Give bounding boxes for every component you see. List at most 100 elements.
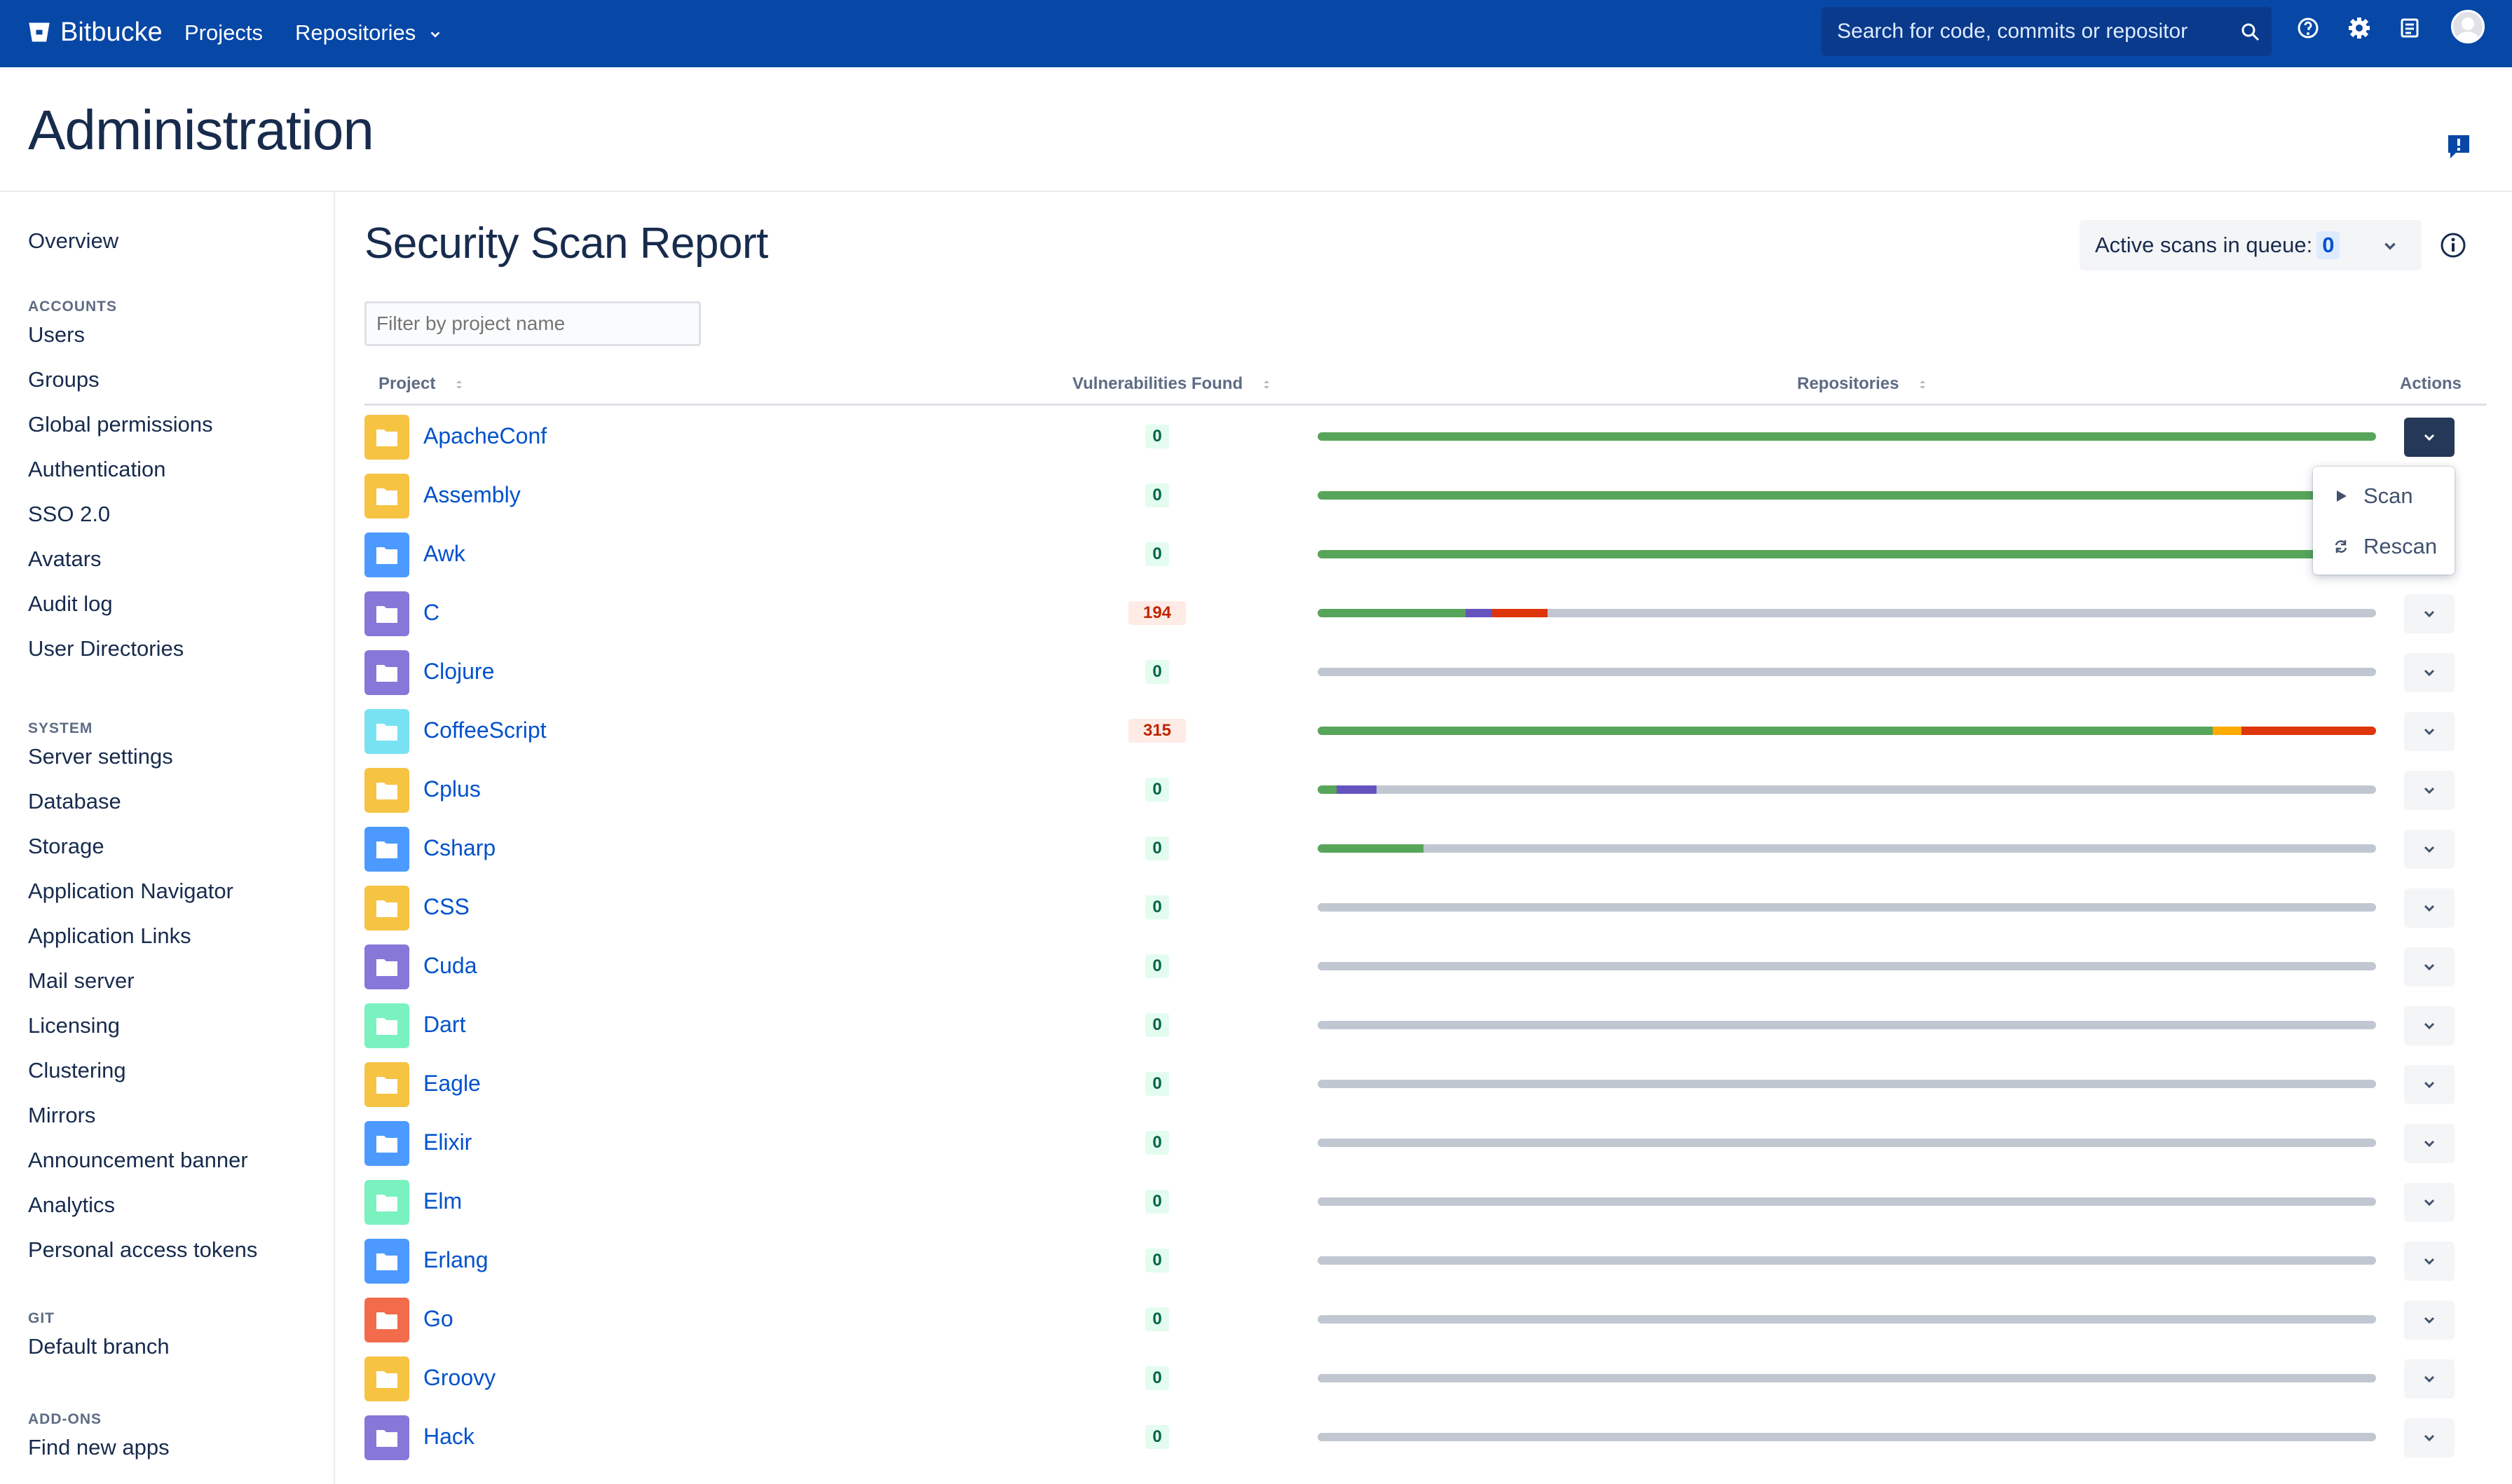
folder-icon — [376, 1077, 397, 1094]
row-actions-button[interactable] — [2404, 712, 2455, 751]
project-avatar — [364, 886, 409, 930]
folder-icon — [376, 488, 397, 505]
gear-icon[interactable] — [2347, 15, 2372, 41]
row-actions-button[interactable] — [2404, 947, 2455, 987]
chevron-down-icon — [2424, 434, 2435, 441]
sidebar-item-groups[interactable]: Groups — [28, 367, 100, 392]
folder-icon — [376, 724, 397, 741]
vulnerability-count-badge: 0 — [1145, 778, 1169, 802]
row-actions-button[interactable] — [2404, 1065, 2455, 1104]
project-name-link[interactable]: Awk — [423, 541, 465, 567]
project-name-link[interactable]: Erlang — [423, 1247, 489, 1273]
project-name-link[interactable]: Clojure — [423, 659, 494, 685]
sidebar-item-users[interactable]: Users — [28, 322, 85, 348]
chevron-down-icon — [2424, 905, 2435, 912]
table-row: Awk 0 — [0, 525, 2512, 584]
table-row: Csharp 0 — [0, 820, 2512, 879]
nav-projects-link[interactable]: Projects — [184, 15, 263, 50]
vulnerability-count-badge: 0 — [1145, 1072, 1169, 1096]
project-name-link[interactable]: Eagle — [423, 1071, 481, 1097]
table-row: Clojure 0 — [0, 643, 2512, 702]
search-placeholder: Search for code, commits or repositor — [1837, 20, 2188, 43]
report-title: Security Scan Report — [364, 219, 768, 268]
project-name-link[interactable]: Cplus — [423, 776, 481, 802]
row-actions-button[interactable] — [2404, 1359, 2455, 1399]
top-navigation: Bitbucke Projects Repositories Search fo… — [0, 0, 2512, 67]
queue-count-badge: 0 — [2316, 231, 2340, 259]
project-name-link[interactable]: CoffeeScript — [423, 717, 547, 743]
row-actions-button[interactable] — [2404, 418, 2455, 457]
project-name-link[interactable]: Elm — [423, 1188, 462, 1214]
page-title: Administration — [28, 99, 374, 161]
table-row: C 194 — [0, 584, 2512, 643]
row-actions-button[interactable] — [2404, 1124, 2455, 1163]
user-avatar[interactable] — [2451, 10, 2485, 43]
row-actions-button[interactable] — [2404, 594, 2455, 633]
row-actions-button[interactable] — [2404, 771, 2455, 810]
column-header-project[interactable]: Project — [378, 374, 463, 394]
column-header-vulnerabilities[interactable]: Vulnerabilities Found — [1072, 374, 1270, 394]
column-header-repositories[interactable]: Repositories — [1797, 374, 1926, 394]
project-name-link[interactable]: Csharp — [423, 835, 496, 861]
progress-segment-ok — [1318, 609, 1466, 617]
vulnerability-count-badge: 0 — [1145, 660, 1169, 684]
progress-segment-ok — [1318, 844, 1424, 853]
project-name-link[interactable]: C — [423, 600, 439, 626]
project-filter-input[interactable] — [364, 301, 701, 346]
table-row: Elm 0 — [0, 1173, 2512, 1232]
rescan-menu-item[interactable]: Rescan — [2313, 521, 2455, 572]
sidebar-item-overview[interactable]: Overview — [28, 228, 118, 254]
table-row: Assembly 0 — [0, 467, 2512, 525]
progress-segment-orange — [2213, 727, 2241, 735]
nav-repositories-menu[interactable]: Repositories — [295, 15, 442, 50]
row-actions-button[interactable] — [2404, 1183, 2455, 1222]
row-actions-button[interactable] — [2404, 830, 2455, 869]
row-actions-button[interactable] — [2404, 1418, 2455, 1457]
project-name-link[interactable]: Go — [423, 1306, 453, 1332]
project-avatar — [364, 944, 409, 989]
active-scans-queue-button[interactable]: Active scans in queue: 0 — [2080, 220, 2422, 270]
chevron-down-icon — [2424, 1317, 2435, 1324]
project-name-link[interactable]: Elixir — [423, 1129, 472, 1155]
column-header-repositories-label: Repositories — [1797, 374, 1899, 393]
repository-scan-progress-bar — [1318, 1374, 2376, 1382]
table-row: Eagle 0 — [0, 1055, 2512, 1114]
table-row: Elixir 0 — [0, 1114, 2512, 1173]
bitbucket-logo[interactable]: Bitbucke — [27, 11, 163, 53]
folder-icon — [376, 900, 397, 917]
queue-label: Active scans in queue: — [2095, 233, 2313, 257]
project-name-link[interactable]: Assembly — [423, 482, 521, 508]
progress-segment-ok — [1318, 432, 2376, 441]
table-row: ApacheConf 0 — [0, 408, 2512, 467]
project-avatar — [364, 1121, 409, 1166]
chevron-down-icon — [2424, 1375, 2435, 1383]
repository-scan-progress-bar — [1318, 962, 2376, 970]
project-name-link[interactable]: Hack — [423, 1424, 475, 1450]
project-name-link[interactable]: Dart — [423, 1012, 465, 1038]
project-name-link[interactable]: CSS — [423, 894, 470, 920]
folder-icon — [376, 1312, 397, 1329]
progress-segment-red — [2241, 727, 2376, 735]
progress-segment-ok — [1318, 550, 2376, 558]
vulnerability-count-badge: 0 — [1145, 1307, 1169, 1331]
row-actions-button[interactable] — [2404, 888, 2455, 928]
row-actions-button[interactable] — [2404, 1242, 2455, 1281]
notes-icon[interactable] — [2397, 15, 2422, 41]
help-icon[interactable] — [2295, 15, 2321, 41]
feedback-icon[interactable] — [2446, 133, 2471, 161]
project-name-link[interactable]: Cuda — [423, 953, 477, 979]
scan-menu-item[interactable]: Scan — [2313, 471, 2455, 521]
row-actions-button[interactable] — [2404, 653, 2455, 692]
row-actions-button[interactable] — [2404, 1006, 2455, 1045]
rescan-label: Rescan — [2363, 534, 2438, 558]
search-input[interactable]: Search for code, commits or repositor — [1822, 7, 2272, 56]
play-icon — [2337, 490, 2347, 502]
info-icon[interactable] — [2439, 231, 2467, 259]
repository-scan-progress-bar — [1318, 903, 2376, 912]
row-actions-button[interactable] — [2404, 1300, 2455, 1340]
project-name-link[interactable]: Groovy — [423, 1365, 496, 1391]
repository-scan-progress-bar — [1318, 550, 2376, 558]
project-avatar — [364, 1239, 409, 1284]
vulnerability-count-badge: 0 — [1145, 1425, 1169, 1449]
project-name-link[interactable]: ApacheConf — [423, 423, 547, 449]
